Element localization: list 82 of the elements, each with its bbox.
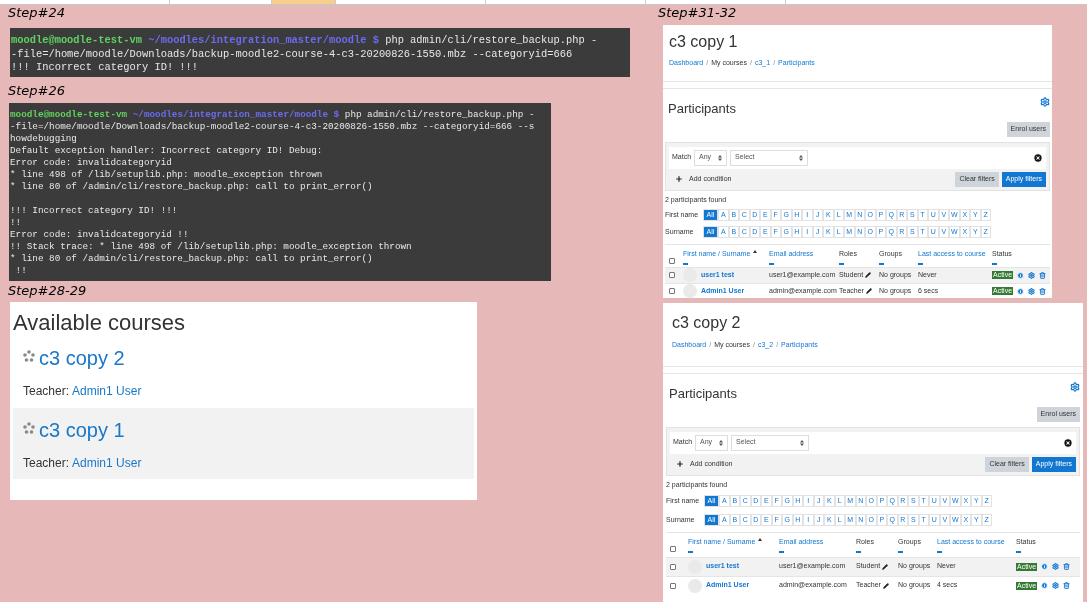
collapse-column-icon[interactable] (937, 550, 942, 553)
collapse-column-icon[interactable] (1016, 550, 1021, 553)
terminal-line: * line 80 of /admin/cli/restore_backup.php: call to print_error() (10, 180, 374, 193)
row-checkbox[interactable] (669, 288, 675, 294)
course-link[interactable]: c3 copy 1 (39, 417, 125, 442)
info-icon[interactable] (1041, 582, 1049, 589)
step-label: Step#31-32 (658, 5, 738, 20)
step-label: Step#24 (8, 5, 67, 20)
terminal-line: * line 498 of /lib/setuplib.php: moodle_exception thrown (10, 168, 324, 181)
trash-icon[interactable] (1063, 582, 1071, 589)
collapse-column-icon[interactable] (856, 550, 861, 553)
info-icon[interactable] (1017, 287, 1025, 295)
terminal-line: !! (14, 264, 28, 277)
section-heading: Participants (668, 100, 736, 117)
teacher-label: Teacher: (23, 383, 70, 398)
terminal-line: Error code: invalidcategoryid (10, 156, 173, 169)
edit-icon[interactable] (865, 288, 872, 294)
collapse-column-icon[interactable] (918, 262, 923, 265)
collapse-column-icon[interactable] (898, 550, 903, 553)
collapse-column-icon[interactable] (769, 262, 774, 265)
section-heading: Participants (669, 385, 737, 402)
collapse-column-icon[interactable] (879, 262, 884, 265)
course-icon (23, 421, 35, 434)
settings-icon[interactable] (1070, 381, 1080, 392)
remove-condition-icon[interactable] (1033, 152, 1043, 163)
select-all-checkbox[interactable] (669, 258, 675, 264)
step-label: Step#28-29 (8, 282, 88, 298)
terminal-line: Error code: invalidcategoryid !! (10, 228, 190, 241)
prompt-user: moodle@moodle-test-vm (11, 34, 142, 46)
settings-icon[interactable] (1052, 563, 1060, 570)
trash-icon[interactable] (1039, 287, 1047, 295)
row-checkbox[interactable] (670, 582, 676, 589)
terminal-line: !! Stack trace: * line 498 of /lib/setuplib.php: moodle_exception thrown (10, 240, 413, 253)
trash-icon[interactable] (1063, 563, 1071, 570)
select-arrows-icon (800, 439, 805, 446)
trash-icon[interactable] (1039, 271, 1047, 279)
plus-icon (676, 460, 684, 468)
edit-icon[interactable] (882, 582, 889, 589)
select-all-checkbox[interactable] (670, 546, 676, 552)
terminal-line: -file=/home/moodle/Downloads/backup-moodle2-course-4-c3-20200826-1550.mbz --categoryid=666 --s (10, 120, 536, 133)
collapse-column-icon[interactable] (992, 262, 997, 265)
select-arrows-icon (799, 154, 804, 161)
edit-icon[interactable] (865, 272, 872, 278)
collapse-column-icon[interactable] (839, 262, 844, 265)
remove-condition-icon[interactable] (1063, 437, 1073, 448)
terminal-line: !!! Incorrect category ID! !!! (10, 204, 179, 217)
terminal-line: howdebugging (10, 132, 78, 145)
terminal-line: !! (10, 216, 23, 229)
teacher-label: Teacher: (23, 455, 70, 470)
course-icon (23, 349, 35, 362)
info-icon[interactable] (1041, 563, 1049, 570)
prompt-path: ~/moodles/integration_master/moodle $ (148, 34, 379, 46)
select-arrows-icon (719, 439, 724, 446)
select-arrows-icon (718, 154, 723, 161)
terminal-line: Default exception handler: Incorrect category ID! Debug: (10, 144, 324, 157)
step-label: Step#26 (8, 82, 67, 98)
teacher-link[interactable]: Admin1 User (72, 383, 142, 398)
course-link[interactable]: c3 copy 2 (39, 345, 125, 370)
terminal-line: * line 80 of /admin/cli/restore_backup.php: call to print_error() (10, 252, 374, 265)
prompt-user: moodle@moodle-test-vm (10, 108, 128, 120)
terminal-line: !!! Incorrect category ID! !!! (11, 61, 200, 75)
settings-icon[interactable] (1028, 287, 1036, 295)
page-title: Available courses (13, 309, 187, 336)
collapse-column-icon[interactable] (779, 550, 784, 553)
row-checkbox[interactable] (669, 272, 675, 278)
course-title: c3 copy 1 (669, 32, 739, 52)
command-text: php admin/cli/restore_backup.php - (385, 34, 598, 46)
terminal-line: -file=/home/moodle/Downloads/backup-moodle2-course-4-c3-20200826-1550.mbz --categoryid=666 (11, 47, 574, 61)
settings-icon[interactable] (1028, 271, 1036, 279)
settings-icon[interactable] (1052, 582, 1060, 589)
info-icon[interactable] (1017, 271, 1025, 279)
settings-icon[interactable] (1040, 96, 1050, 107)
row-checkbox[interactable] (670, 563, 676, 570)
edit-icon[interactable] (882, 563, 889, 570)
command-text: php admin/cli/restore_backup.php - (344, 108, 535, 120)
collapse-column-icon[interactable] (688, 550, 693, 553)
teacher-link[interactable]: Admin1 User (72, 455, 142, 470)
collapse-column-icon[interactable] (683, 262, 688, 265)
course-title: c3 copy 2 (672, 313, 742, 333)
column-header-cell[interactable] (272, 0, 336, 4)
prompt-path: ~/moodles/integration_master/moodle $ (132, 108, 340, 120)
plus-icon (675, 175, 683, 183)
